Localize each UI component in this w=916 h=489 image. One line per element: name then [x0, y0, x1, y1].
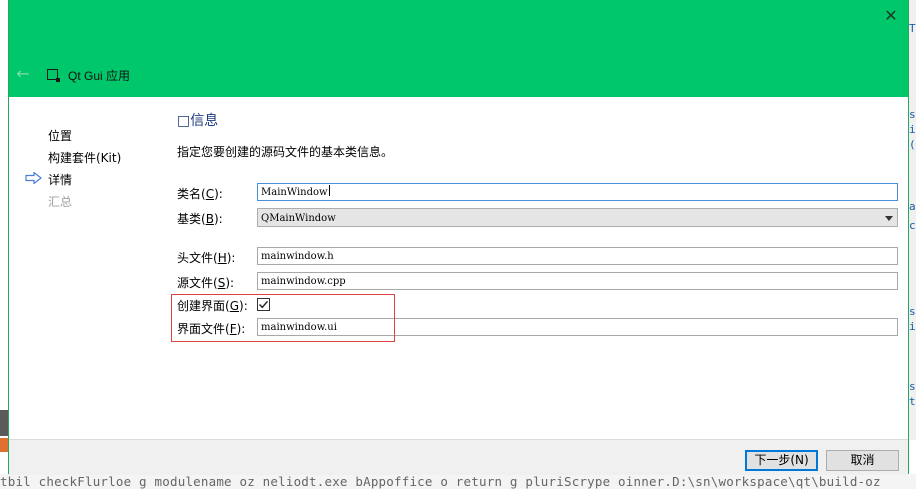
base-class-select[interactable]: QMainWindow: [257, 208, 898, 227]
label-text: 头文件: [177, 251, 214, 265]
close-button[interactable]: ✕: [880, 5, 902, 27]
base-class-value: QMainWindow: [261, 213, 336, 224]
bg-fragment: s: [909, 108, 916, 121]
bg-fragment: i: [909, 123, 916, 136]
cancel-button[interactable]: 取消: [826, 450, 899, 471]
step-kits: 构建套件(Kit): [48, 151, 122, 165]
generate-form-label: 创建界面(G):: [177, 299, 248, 313]
generate-form-checkbox[interactable]: [257, 298, 270, 311]
qt-app-icon: [47, 69, 60, 82]
mnemonic: C: [205, 187, 215, 201]
form-file-label: 界面文件(F):: [177, 322, 246, 336]
checkmark-icon: [259, 300, 269, 309]
mnemonic: H: [217, 251, 227, 265]
bg-fragment: T: [909, 22, 916, 35]
class-name-value: MainWindow: [261, 187, 328, 198]
source-file-input[interactable]: mainwindow.cpp: [257, 272, 898, 290]
bg-fragment: c: [909, 219, 916, 232]
wizard-title: Qt Gui 应用: [68, 69, 131, 83]
label-text: 创建界面: [177, 299, 226, 313]
label-text: 源文件: [177, 276, 214, 290]
background-compile-output: tbil checkFlurloe g modulename oz neliod…: [0, 474, 916, 489]
text-caret: [328, 185, 330, 196]
wizard-footer: 下一步(N) 取消: [9, 439, 908, 475]
chevron-down-icon: [885, 216, 893, 221]
background-icon: [0, 438, 8, 452]
mnemonic: B: [205, 212, 214, 226]
bg-fragment: (: [909, 138, 916, 151]
class-name-label: 类名(C):: [177, 187, 223, 201]
bg-fragment: a: [909, 200, 916, 213]
header-file-input[interactable]: mainwindow.h: [257, 247, 898, 265]
new-class-wizard-dialog: ✕ ← Qt Gui 应用 位置 构建套件(Kit) 详情 汇总 □信息 指定您…: [8, 0, 909, 475]
header-file-label: 头文件(H):: [177, 251, 236, 265]
label-text: 界面文件: [177, 322, 226, 336]
background-panel: [0, 410, 8, 436]
base-class-label: 基类(B):: [177, 212, 223, 226]
bg-fragment: i: [909, 320, 916, 333]
mnemonic: S: [217, 276, 226, 290]
mnemonic: G: [229, 299, 240, 313]
step-location: 位置: [48, 129, 73, 143]
bg-fragment: t: [909, 395, 916, 408]
step-summary: 汇总: [48, 195, 73, 209]
source-file-label: 源文件(S):: [177, 276, 235, 290]
back-arrow-icon[interactable]: ←: [13, 64, 33, 84]
label-text: 类名: [177, 187, 202, 201]
wizard-header: ✕ ← Qt Gui 应用: [9, 0, 908, 97]
step-details: 详情: [48, 173, 73, 187]
page-title: □信息: [177, 113, 219, 129]
mnemonic: F: [229, 322, 237, 336]
bg-fragment: s: [909, 305, 916, 318]
label-text: 基类: [177, 212, 202, 226]
form-file-input[interactable]: mainwindow.ui: [257, 318, 898, 336]
bg-fragment: s: [909, 380, 916, 393]
class-name-input[interactable]: MainWindow: [257, 183, 898, 201]
current-step-arrow-icon: [25, 172, 42, 184]
page-subtitle: 指定您要创建的源码文件的基本类信息。: [177, 145, 394, 159]
next-button[interactable]: 下一步(N): [745, 450, 818, 471]
